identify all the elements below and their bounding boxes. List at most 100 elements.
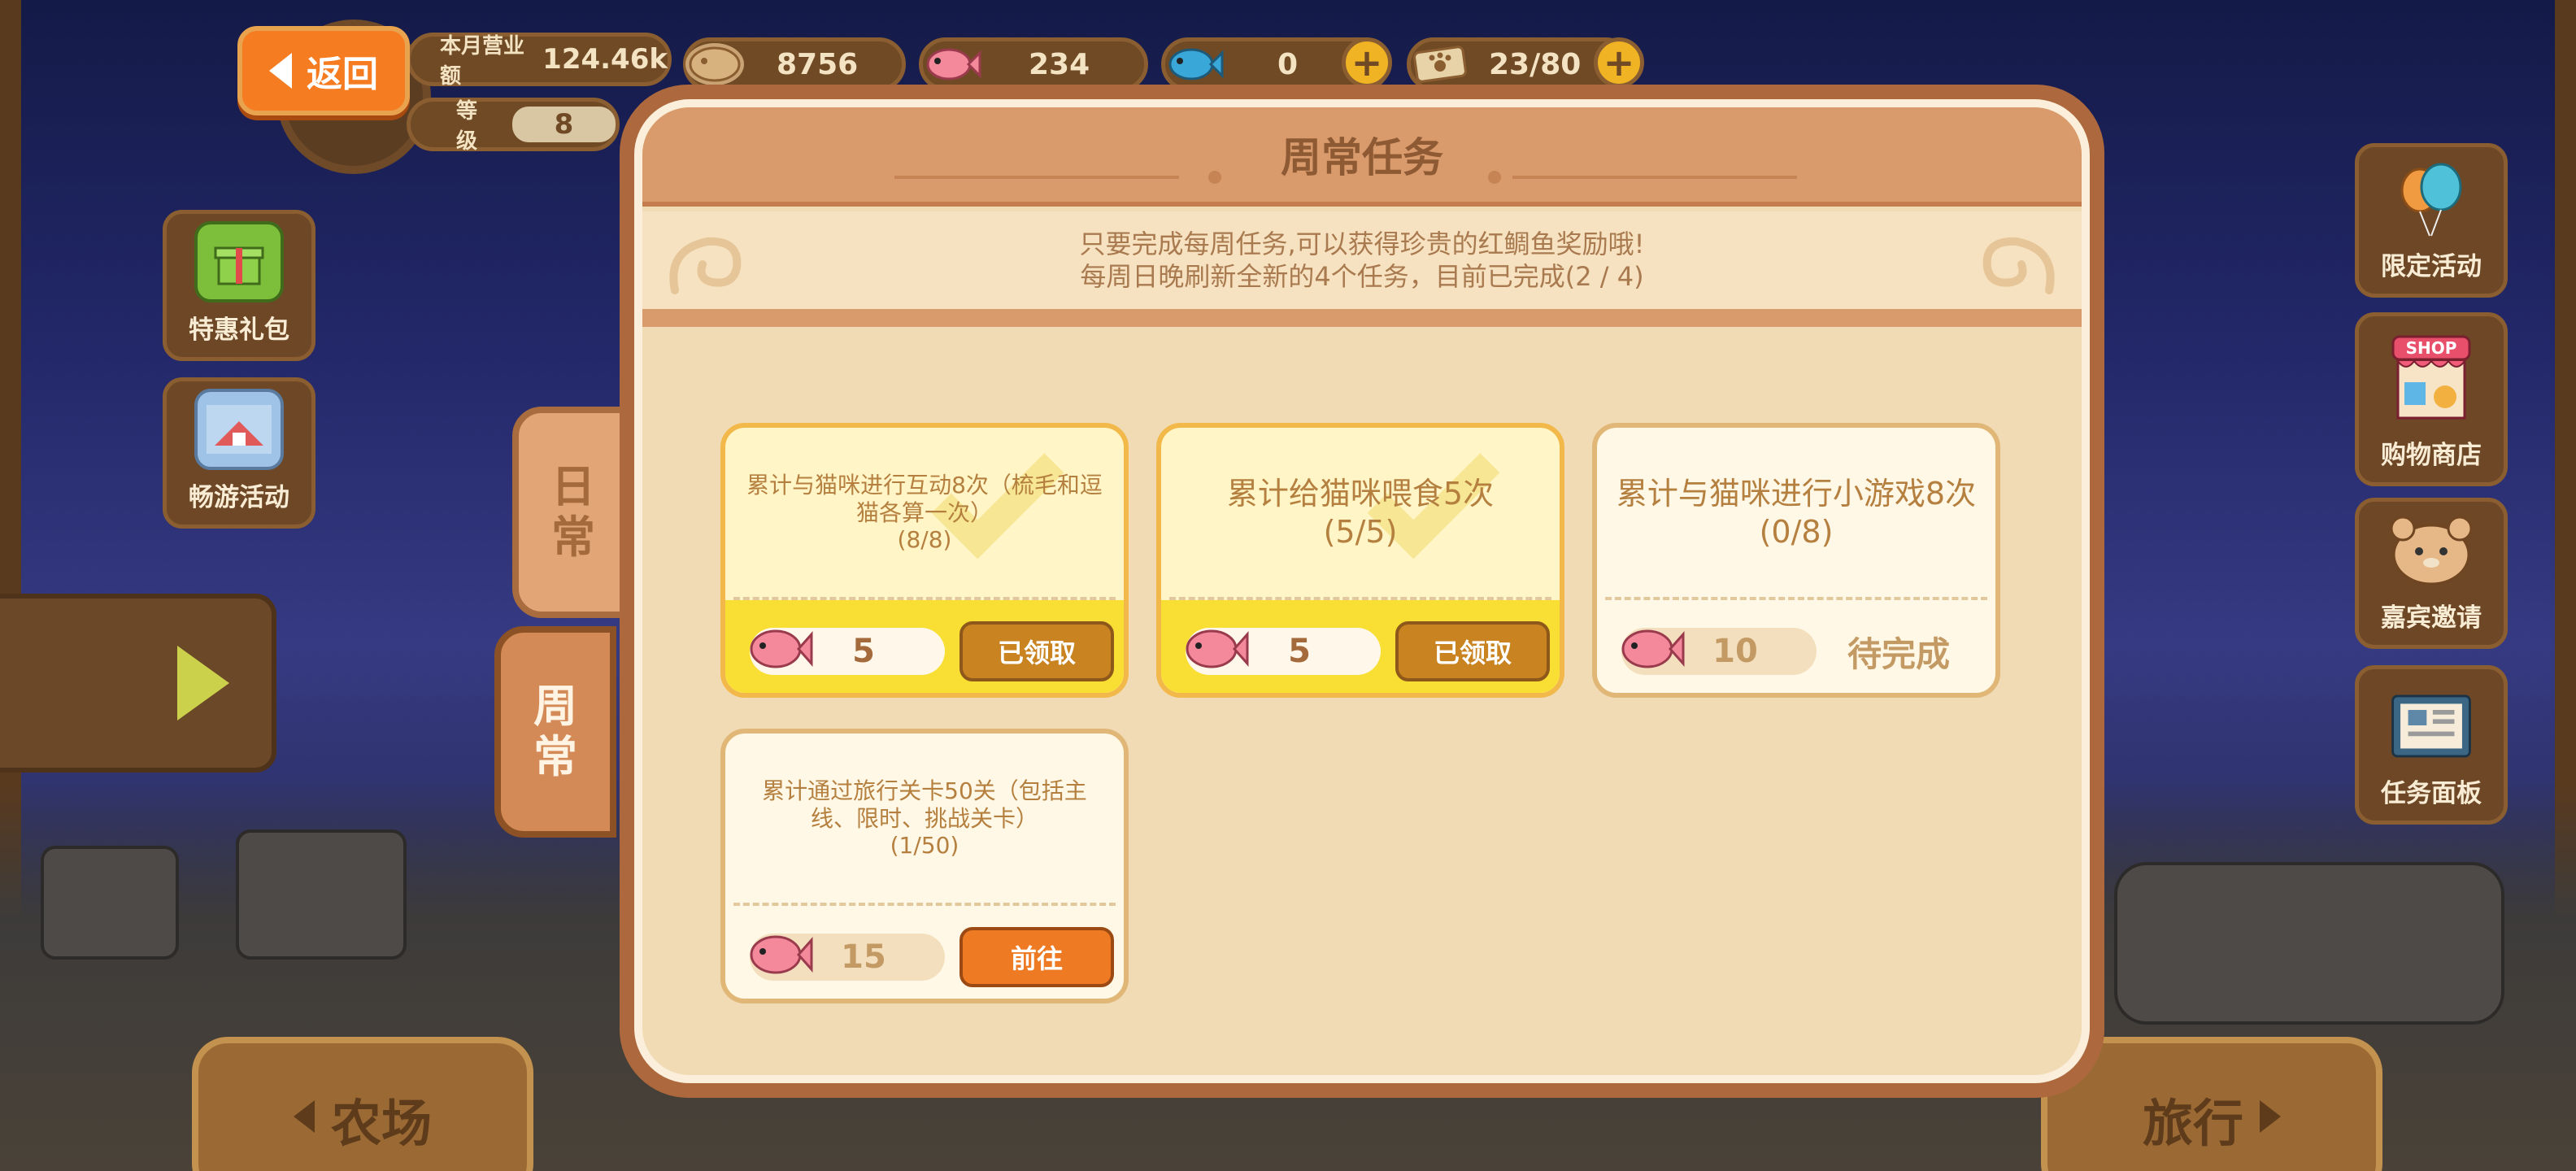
background-crate (41, 846, 179, 960)
reward-pill: 15 (750, 934, 945, 981)
task-description: 累计给猫咪喂食5次 (5/5) (1161, 428, 1560, 597)
right-arrow-icon (2260, 1100, 2281, 1133)
claimed-button: 已领取 (1395, 621, 1550, 681)
task-card: 累计与猫咪进行小游戏8次 (0/8) 10 待完成 (1592, 423, 2000, 698)
tab-daily-char-2: 常 (551, 511, 595, 563)
travel-event-button[interactable]: 畅游活动 (163, 377, 315, 529)
gift-icon (194, 221, 284, 303)
special-gift-pack-button[interactable]: 特惠礼包 (163, 210, 315, 361)
task-reward-row: 15 前往 (725, 906, 1124, 999)
tab-daily-char-1: 日 (551, 460, 595, 512)
info-line-2: 每周日晚刷新全新的4个任务，目前已完成(2 / 4) (1080, 261, 1644, 292)
swirl-decoration-left-icon (659, 221, 772, 311)
task-reward-row: 5 已领取 (1161, 600, 1560, 693)
task-progress: (0/8) (1759, 513, 1834, 550)
add-paw-ticket-button[interactable]: + (1594, 37, 1644, 88)
level-label: 等级 (456, 99, 478, 154)
reward-amount: 10 (1712, 633, 1758, 670)
task-reward-row: 5 已领取 (725, 600, 1124, 693)
limited-event-button[interactable]: 限定活动 (2355, 143, 2508, 298)
left-arrow-icon (293, 1100, 315, 1133)
monthly-revenue: 本月营业额 124.46k (407, 33, 672, 89)
task-reward-row: 10 待完成 (1597, 600, 1995, 693)
travel-event-label: 畅游活动 (189, 483, 289, 512)
pink-fish-icon (1186, 629, 1249, 668)
play-arrow-icon (177, 646, 229, 720)
farm-button[interactable]: 农场 (192, 1037, 533, 1171)
back-button-label: 返回 (307, 54, 378, 95)
task-description: 累计与猫咪进行小游戏8次 (0/8) (1597, 428, 1995, 597)
background-van (2114, 862, 2504, 1025)
swirl-decoration-right-icon (1952, 221, 2065, 311)
shop-label: 购物商店 (2381, 441, 2482, 470)
task-board-label: 任务面板 (2381, 779, 2482, 808)
blue-fish-icon (1165, 43, 1224, 85)
left-expand-panel[interactable] (0, 594, 276, 773)
back-button[interactable]: 返回 (237, 26, 410, 115)
svg-text:SHOP: SHOP (2406, 338, 2457, 358)
reward-amount: 5 (1288, 633, 1311, 670)
task-progress: (8/8) (897, 526, 952, 554)
task-description: 累计通过旅行关卡50关（包括主线、限时、挑战关卡） (1/50) (725, 734, 1124, 903)
task-text: 累计与猫咪进行互动8次（梳毛和逗猫各算一次） (746, 471, 1103, 526)
shop-icon: SHOP (2387, 327, 2476, 428)
tab-weekly-char-1: 周 (533, 680, 577, 732)
header-dot-left (1208, 171, 1221, 184)
pink-fish-icon (923, 43, 981, 85)
limited-event-label: 限定活动 (2381, 252, 2482, 281)
background-crate (236, 829, 407, 960)
pink-fish-icon (750, 629, 813, 668)
travel-label: 旅行 (2142, 1094, 2243, 1153)
task-description: 累计与猫咪进行互动8次（梳毛和逗猫各算一次） (8/8) (725, 428, 1124, 597)
task-text: 累计给猫咪喂食5次 (1226, 476, 1495, 512)
shop-button[interactable]: SHOP 购物商店 (2355, 312, 2508, 486)
info-band: 只要完成每周任务,可以获得珍贵的红鲷鱼奖励哦! 每周日晚刷新全新的4个任务，目前… (642, 211, 2082, 327)
special-gift-pack-label: 特惠礼包 (189, 316, 289, 345)
task-card: 累计通过旅行关卡50关（包括主线、限时、挑战关卡） (1/50) 15 前往 (720, 729, 1129, 1003)
task-progress: (1/50) (890, 832, 959, 860)
task-card: 累计给猫咪喂食5次 (5/5) 5 已领取 (1156, 423, 1564, 698)
pink-fish-icon (1621, 629, 1685, 668)
claimed-button: 已领取 (959, 621, 1114, 681)
weekly-task-panel: 周常任务 只要完成每周任务,可以获得珍贵的红鲷鱼奖励哦! 每周日晚刷新全新的4个… (620, 85, 2104, 1098)
hamster-icon (2387, 509, 2476, 590)
task-text: 累计与猫咪进行小游戏8次 (1616, 476, 1977, 512)
pink-fish-icon (750, 935, 813, 974)
header-line-right (1512, 176, 1797, 179)
reward-pill: 10 (1621, 628, 1817, 675)
reward-amount: 5 (852, 633, 875, 670)
resource-pink-fish: 234 (919, 37, 1148, 91)
paw-ticket-value: 23/80 (1489, 47, 1582, 81)
add-blue-fish-button[interactable]: + (1342, 37, 1392, 88)
pending-status: 待完成 (1847, 633, 1951, 674)
header-dot-right (1488, 171, 1501, 184)
coin-icon (685, 43, 744, 85)
panel-header: 周常任务 (642, 107, 2082, 207)
blue-fish-value: 0 (1277, 47, 1299, 81)
level-value: 8 (511, 107, 616, 142)
tab-weekly-char-2: 常 (533, 731, 577, 782)
tab-weekly[interactable]: 周 常 (494, 626, 616, 838)
reward-amount: 15 (841, 938, 886, 976)
guest-invite-button[interactable]: 嘉宾邀请 (2355, 498, 2508, 649)
task-board-button[interactable]: 任务面板 (2355, 665, 2508, 825)
header-line-left (894, 176, 1179, 179)
pink-fish-value: 234 (1029, 47, 1090, 81)
monthly-revenue-value: 124.46k (542, 43, 668, 76)
weekly-task-panel-inner: 周常任务 只要完成每周任务,可以获得珍贵的红鲷鱼奖励哦! 每周日晚刷新全新的4个… (634, 99, 2090, 1083)
guest-invite-label: 嘉宾邀请 (2381, 603, 2482, 633)
coin-value: 8756 (777, 47, 859, 81)
task-board-icon (2387, 685, 2476, 766)
monthly-revenue-label: 本月营业额 (440, 34, 525, 89)
go-button[interactable]: 前往 (959, 927, 1114, 987)
tab-daily[interactable]: 日 常 (512, 407, 634, 618)
paw-ticket-icon (1411, 43, 1469, 85)
balloon-icon (2387, 158, 2476, 239)
task-card: 累计与猫咪进行互动8次（梳毛和逗猫各算一次） (8/8) 5 已领取 (720, 423, 1129, 698)
resource-coin: 8756 (683, 37, 906, 91)
panel-title: 周常任务 (1281, 134, 1443, 181)
task-text: 累计通过旅行关卡50关（包括主线、限时、挑战关卡） (762, 777, 1087, 832)
task-progress: (5/5) (1323, 513, 1398, 550)
level-display: 等级 8 (407, 98, 620, 154)
farm-label: 农场 (330, 1094, 432, 1153)
